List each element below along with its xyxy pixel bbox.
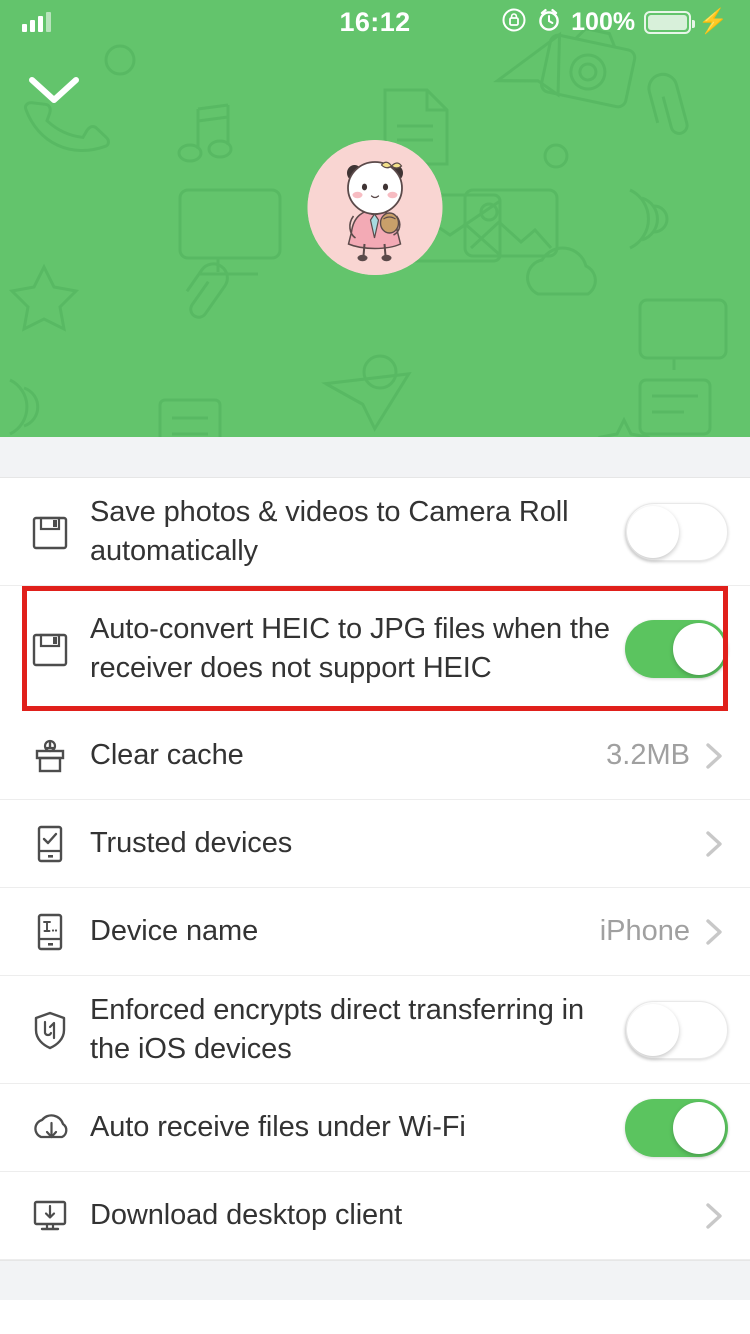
floppy-disk-icon (22, 504, 78, 560)
chevron-right-icon (702, 1202, 728, 1229)
status-bar-time: 16:12 (339, 6, 411, 37)
toggle-knob (673, 622, 725, 675)
monitor-download-icon (22, 1188, 78, 1244)
toggle-auto-convert-heic[interactable] (625, 619, 728, 678)
battery-percent-label: 100% (571, 7, 636, 36)
status-bar-left (22, 12, 339, 32)
cloud-download-icon (22, 1100, 78, 1156)
toggle-knob (627, 1003, 679, 1056)
setting-row-enforced-encryption[interactable]: Enforced encrypts direct transferring in… (0, 976, 750, 1084)
broom-icon (22, 728, 78, 784)
setting-label: Clear cache (90, 739, 244, 771)
settings-screen: 16:12 100% ⚡ Save photos & videos to Cam… (0, 0, 750, 1334)
setting-label: Device name (90, 915, 259, 947)
signal-bars-icon (22, 12, 51, 32)
chevron-down-icon (29, 77, 79, 103)
profile-header: 16:12 100% ⚡ (0, 0, 750, 437)
avatar[interactable] (307, 140, 443, 275)
chevron-right-icon (702, 830, 728, 857)
status-bar-center: 16:12 (339, 7, 410, 38)
charging-bolt-icon: ⚡ (698, 8, 728, 35)
toggle-knob (673, 1101, 725, 1154)
toggle-enforced-encryption[interactable] (625, 1000, 728, 1059)
setting-row-clear-cache[interactable]: Clear cache 3.2MB (0, 712, 750, 800)
shield-icon (22, 1002, 78, 1058)
chevron-right-icon (702, 918, 728, 945)
panda-avatar-image (307, 140, 443, 275)
rotation-lock-icon (501, 7, 527, 38)
setting-label: Download desktop client (90, 1199, 403, 1231)
setting-value: 3.2MB (606, 739, 690, 771)
setting-label: Auto receive files under Wi-Fi (90, 1111, 466, 1143)
setting-row-trusted-devices[interactable]: Trusted devices (0, 800, 750, 888)
toggle-save-photos-videos[interactable] (625, 502, 728, 561)
floppy-disk-icon (22, 621, 78, 677)
status-bar-right: 100% ⚡ (411, 7, 728, 38)
setting-label: Save photos & videos to Camera Roll auto… (90, 495, 569, 567)
setting-value: iPhone (599, 915, 690, 947)
settings-list: Save photos & videos to Camera Roll auto… (0, 478, 750, 1260)
alarm-clock-icon (536, 7, 562, 38)
setting-row-download-desktop-client[interactable]: Download desktop client (0, 1172, 750, 1260)
section-gap (0, 437, 750, 478)
setting-row-auto-convert-heic[interactable]: Auto-convert HEIC to JPG files when the … (0, 586, 750, 712)
setting-label: Auto-convert HEIC to JPG files when the … (90, 612, 610, 684)
phone-text-icon (22, 904, 78, 960)
setting-row-save-photos-videos[interactable]: Save photos & videos to Camera Roll auto… (0, 478, 750, 586)
chevron-right-icon (702, 742, 728, 769)
bottom-gap (0, 1260, 750, 1300)
phone-check-icon (22, 816, 78, 872)
setting-label: Enforced encrypts direct transferring in… (90, 993, 585, 1065)
battery-icon (644, 10, 696, 34)
toggle-knob (627, 505, 679, 558)
collapse-button[interactable] (26, 62, 82, 118)
setting-row-device-name[interactable]: Device name iPhone (0, 888, 750, 976)
toggle-auto-receive-wifi[interactable] (625, 1098, 728, 1157)
status-bar: 16:12 100% ⚡ (0, 0, 750, 44)
setting-label: Trusted devices (90, 827, 293, 859)
setting-row-auto-receive-wifi[interactable]: Auto receive files under Wi-Fi (0, 1084, 750, 1172)
